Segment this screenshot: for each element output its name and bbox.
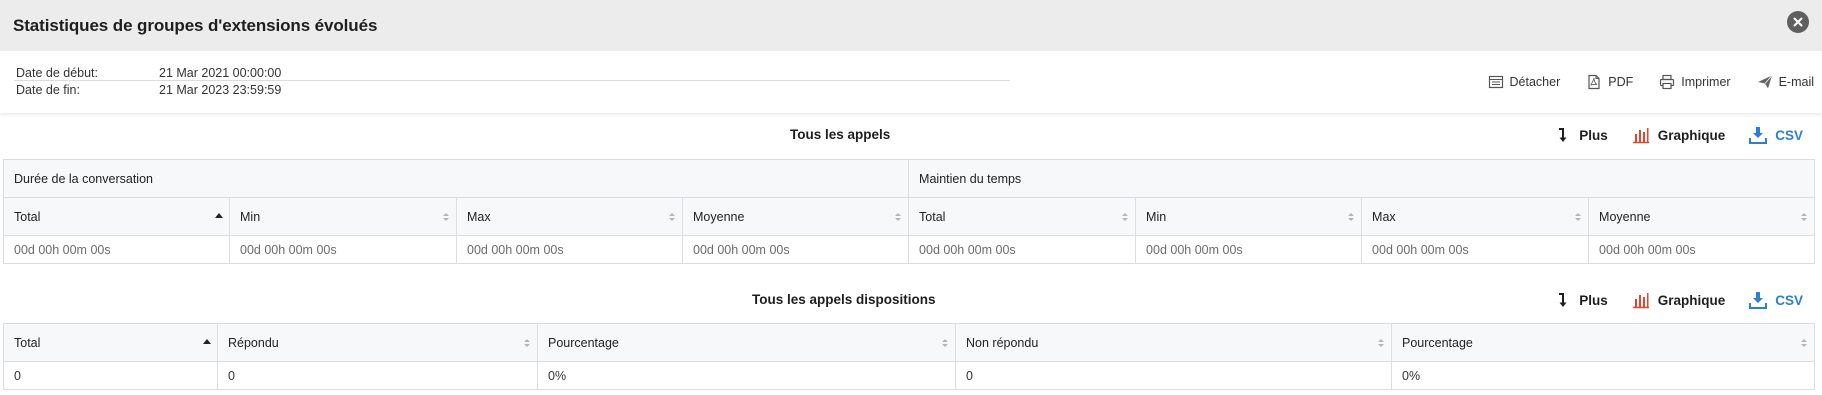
group-header-hold-time: Maintien du temps — [908, 159, 1816, 198]
sort-asc-icon — [203, 338, 211, 344]
send-icon — [1757, 75, 1772, 89]
column-header-max[interactable]: Max — [456, 197, 683, 236]
print-button[interactable]: Imprimer — [1659, 74, 1731, 90]
table-cell: 0 — [217, 361, 538, 390]
sort-icon — [942, 338, 948, 347]
chart-label: Graphique — [1657, 127, 1726, 143]
title-bar: Statistiques de groupes d'extensions évo… — [0, 0, 1822, 51]
more-label: Plus — [1579, 127, 1608, 143]
column-header-total[interactable]: Total — [3, 197, 230, 236]
csv-button[interactable]: CSV — [1749, 291, 1803, 309]
date-divider — [14, 80, 1010, 81]
table-group-header: Durée de la conversation Maintien du tem… — [2, 159, 1816, 198]
section1-toolbar: Plus Graphique CSV — [1553, 126, 1803, 144]
close-icon[interactable] — [1787, 11, 1809, 33]
table-header-row: Total Min Max Moyenne Total Min Max Moye… — [3, 197, 1816, 236]
end-date-label: Date de fin: — [16, 83, 80, 97]
start-date-label: Date de début: — [16, 66, 99, 80]
more-label: Plus — [1579, 292, 1608, 308]
column-header-unanswered[interactable]: Non répondu — [955, 323, 1392, 362]
bar-chart-icon — [1632, 128, 1649, 144]
column-header-average[interactable]: Moyenne — [1588, 197, 1816, 236]
table-cell: 00d 00h 00m 00s — [1588, 235, 1816, 264]
end-date-value: 21 Mar 2023 23:59:59 — [159, 83, 282, 97]
section-title-dispositions: Tous les appels dispositions — [752, 292, 936, 307]
sort-icon — [669, 212, 675, 221]
column-header-max[interactable]: Max — [1361, 197, 1590, 236]
arrow-down-icon — [1559, 293, 1567, 307]
sort-icon — [1575, 212, 1582, 221]
pdf-button[interactable]: PDF — [1586, 74, 1633, 90]
sort-icon — [443, 212, 449, 221]
email-label: E-mail — [1778, 75, 1814, 89]
csv-label: CSV — [1775, 127, 1803, 143]
section-title-all-calls: Tous les appels — [790, 127, 891, 142]
column-header-average[interactable]: Moyenne — [681, 197, 910, 236]
sort-icon — [895, 212, 902, 221]
column-header-min[interactable]: Min — [1135, 197, 1363, 236]
sort-icon — [524, 338, 530, 347]
chart-label: Graphique — [1657, 292, 1726, 308]
chart-button[interactable]: Graphique — [1632, 126, 1726, 144]
page-title: Statistiques de groupes d'extensions évo… — [13, 15, 378, 35]
report-header: Date de début: 21 Mar 2021 00:00:00 Date… — [0, 51, 1822, 113]
more-button[interactable]: Plus — [1553, 291, 1608, 309]
column-header-answered[interactable]: Répondu — [217, 323, 538, 362]
table-cell: 00d 00h 00m 00s — [1135, 235, 1363, 264]
table-cell: 0 — [3, 361, 218, 390]
table-cell: 00d 00h 00m 00s — [908, 235, 1137, 264]
printer-icon — [1660, 74, 1675, 90]
table-row: 00d 00h 00m 00s 00d 00h 00m 00s 00d 00h … — [3, 235, 1816, 264]
download-icon — [1749, 127, 1768, 144]
column-header-min[interactable]: Min — [229, 197, 457, 236]
sort-icon — [1122, 212, 1129, 221]
chart-button[interactable]: Graphique — [1632, 291, 1726, 309]
column-header-total[interactable]: Total — [3, 323, 218, 362]
email-button[interactable]: E-mail — [1757, 74, 1814, 90]
section2-toolbar: Plus Graphique CSV — [1553, 291, 1803, 309]
print-label: Imprimer — [1681, 75, 1731, 89]
pdf-icon — [1588, 74, 1600, 90]
more-button[interactable]: Plus — [1553, 126, 1608, 144]
table-cell: 0% — [537, 361, 956, 390]
table-cell: 00d 00h 00m 00s — [456, 235, 683, 264]
table-cell: 00d 00h 00m 00s — [3, 235, 230, 264]
table-cell: 0 — [955, 361, 1392, 390]
arrow-down-icon — [1559, 128, 1567, 142]
table-cell: 00d 00h 00m 00s — [229, 235, 457, 264]
report-actions: Détacher PDF Imprimer E-mail — [1488, 74, 1814, 90]
sort-icon — [1348, 212, 1355, 221]
column-header-total[interactable]: Total — [908, 197, 1137, 236]
table-cell: 0% — [1391, 361, 1815, 390]
bar-chart-icon — [1632, 293, 1649, 309]
sort-icon — [1801, 212, 1808, 221]
column-header-percentage[interactable]: Pourcentage — [1391, 323, 1815, 362]
table-row: 0 0 0% 0 0% — [3, 361, 1815, 390]
sort-asc-icon — [215, 212, 223, 218]
csv-label: CSV — [1775, 292, 1803, 308]
column-header-percentage[interactable]: Pourcentage — [537, 323, 956, 362]
pdf-label: PDF — [1608, 75, 1634, 89]
table-header-row: Total Répondu Pourcentage Non répondu Po… — [3, 323, 1815, 362]
table-cell: 00d 00h 00m 00s — [681, 235, 910, 264]
group-header-conversation: Durée de la conversation — [2, 159, 910, 198]
detach-label: Détacher — [1509, 75, 1561, 89]
end-date-row: Date de fin: 21 Mar 2023 23:59:59 — [16, 83, 281, 97]
download-icon — [1749, 292, 1768, 309]
csv-button[interactable]: CSV — [1749, 126, 1803, 144]
all-calls-table: Durée de la conversation Maintien du tem… — [2, 159, 1816, 264]
detach-icon — [1488, 75, 1503, 89]
sort-icon — [1378, 338, 1384, 347]
start-date-value: 21 Mar 2021 00:00:00 — [159, 66, 282, 80]
detach-button[interactable]: Détacher — [1488, 74, 1561, 90]
dispositions-table: Total Répondu Pourcentage Non répondu Po… — [3, 323, 1815, 390]
table-cell: 00d 00h 00m 00s — [1361, 235, 1590, 264]
start-date-row: Date de début: 21 Mar 2021 00:00:00 — [16, 66, 281, 80]
sort-icon — [1801, 338, 1807, 347]
